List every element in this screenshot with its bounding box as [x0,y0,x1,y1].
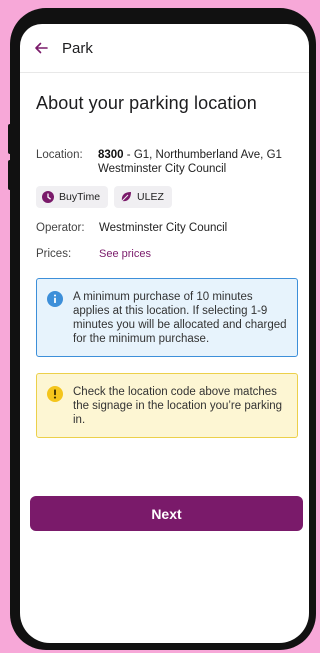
info-notice: A minimum purchase of 10 minutes applies… [36,278,298,357]
prices-row: Prices: See prices [36,248,309,260]
location-label: Location: [36,149,83,161]
prices-label: Prices: [36,248,72,260]
page-title: About your parking location [36,93,257,113]
tag-list: BuyTime ULEZ [36,186,309,208]
location-address: - G1, Northumberland Ave, G1 [123,149,282,161]
top-bar: Park [20,24,309,73]
warning-notice-text: Check the location code above matches th… [73,386,283,426]
app-screen: Park About your parking location Locatio… [20,24,309,643]
operator-row: Operator: Westminster City Council [36,222,309,234]
clock-icon [42,191,54,203]
warning-icon [47,386,63,402]
back-arrow-icon[interactable] [34,40,50,56]
operator-value: Westminster City Council [99,222,228,234]
location-council: Westminster City Council [98,163,227,175]
main-content: About your parking location Location: 83… [20,93,309,438]
location-value: 8300 - G1, Northumberland Ave, G1 Westmi… [98,148,282,176]
location-code: 8300 [98,149,124,161]
operator-label: Operator: [36,222,85,234]
info-notice-text: A minimum purchase of 10 minutes applies… [73,291,287,345]
location-row: Location: 8300 - G1, Northumberland Ave,… [36,148,309,176]
leaf-icon [120,191,132,203]
next-button[interactable]: Next [30,496,303,531]
info-icon [47,291,63,307]
tag-label: BuyTime [59,191,101,203]
tag-buytime: BuyTime [36,186,109,208]
warning-notice: Check the location code above matches th… [36,373,298,438]
see-prices-link[interactable]: See prices [99,248,151,260]
page-header-title: Park [62,39,93,57]
tag-label: ULEZ [137,191,164,203]
tag-ulez: ULEZ [114,186,172,208]
